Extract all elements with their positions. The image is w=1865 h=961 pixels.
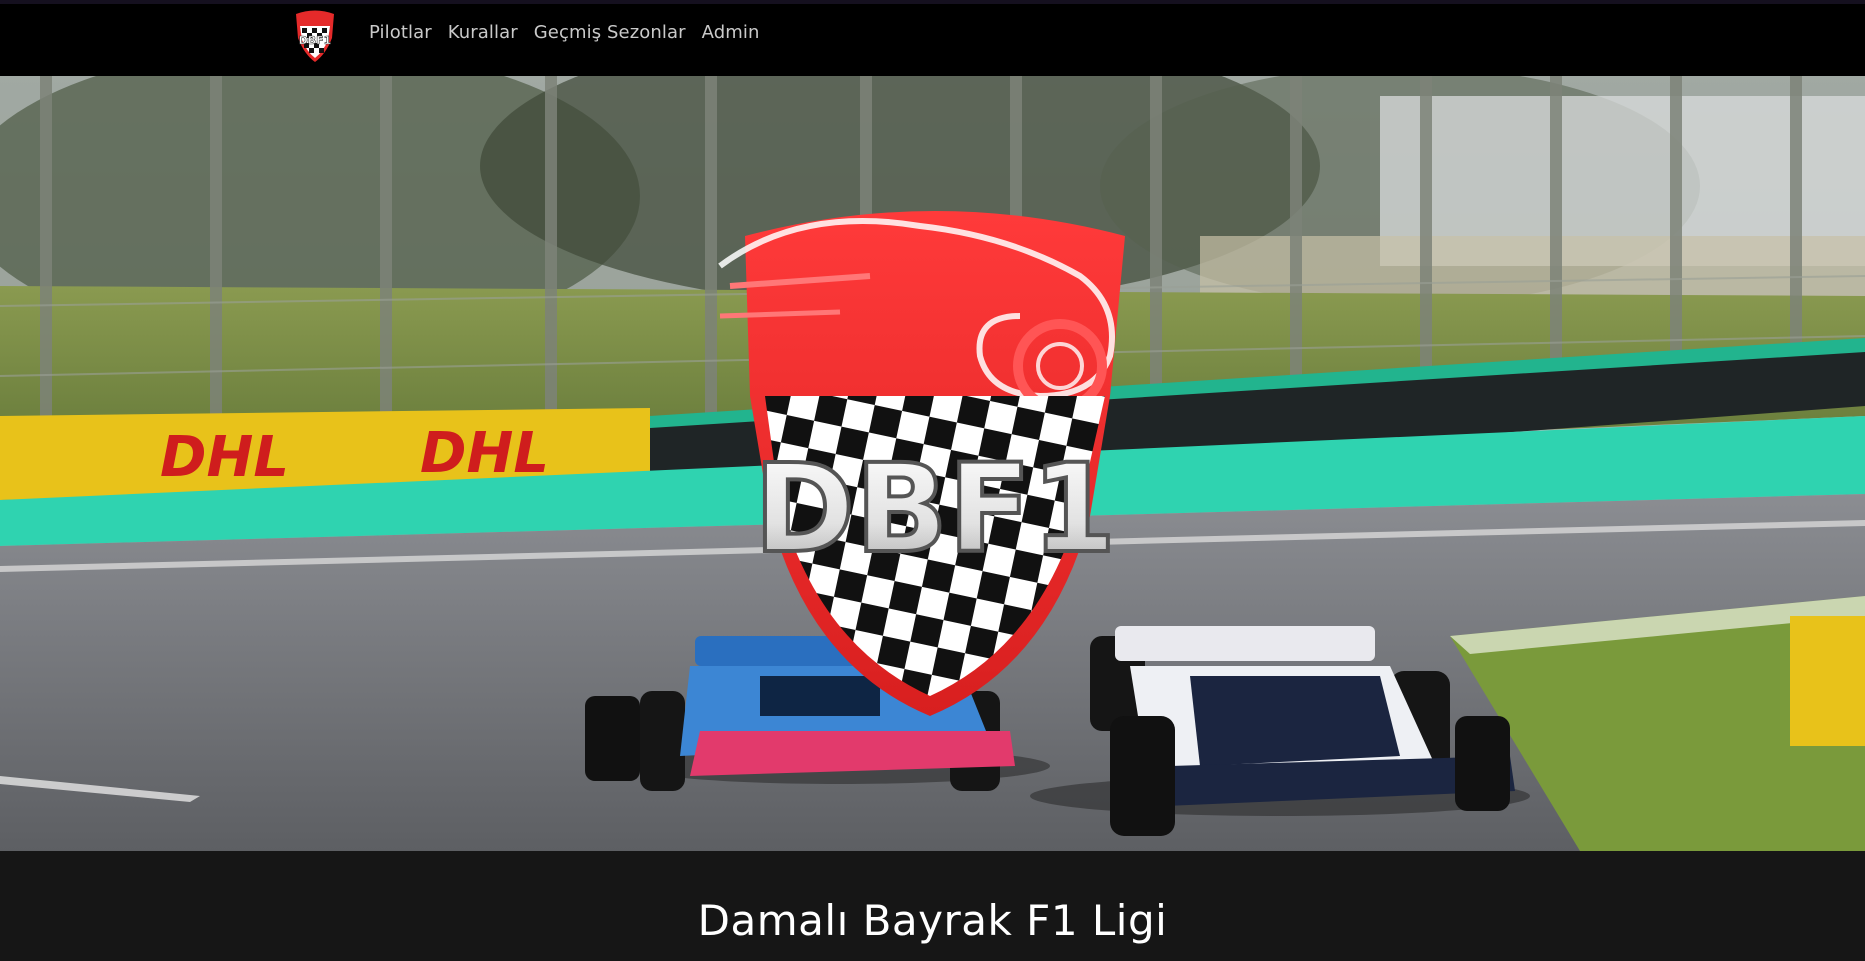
- nav-item-gecmis-sezonlar[interactable]: Geçmiş Sezonlar: [534, 22, 686, 43]
- dhl-banner-left: DHL: [160, 425, 289, 490]
- nav-item-admin[interactable]: Admin: [702, 22, 760, 43]
- svg-text:DBF1: DBF1: [299, 34, 332, 47]
- nav-menu: Pilotlar Kurallar Geçmiş Sezonlar Admin: [369, 22, 759, 43]
- top-navbar: DBF1 Pilotlar Kurallar Geçmiş Sezonlar A…: [0, 0, 1865, 76]
- hero-banner: DHL DHL DBF1: [0, 76, 1865, 851]
- nav-item-kurallar[interactable]: Kurallar: [448, 22, 518, 43]
- dbf1-logo-icon[interactable]: DBF1: [290, 8, 340, 64]
- hero-race-scene-image: DHL DHL DBF1: [0, 76, 1865, 851]
- page-title: Damalı Bayrak F1 Ligi: [697, 896, 1168, 945]
- nav-item-pilotlar[interactable]: Pilotlar: [369, 22, 432, 43]
- svg-text:DBF1: DBF1: [754, 438, 1117, 580]
